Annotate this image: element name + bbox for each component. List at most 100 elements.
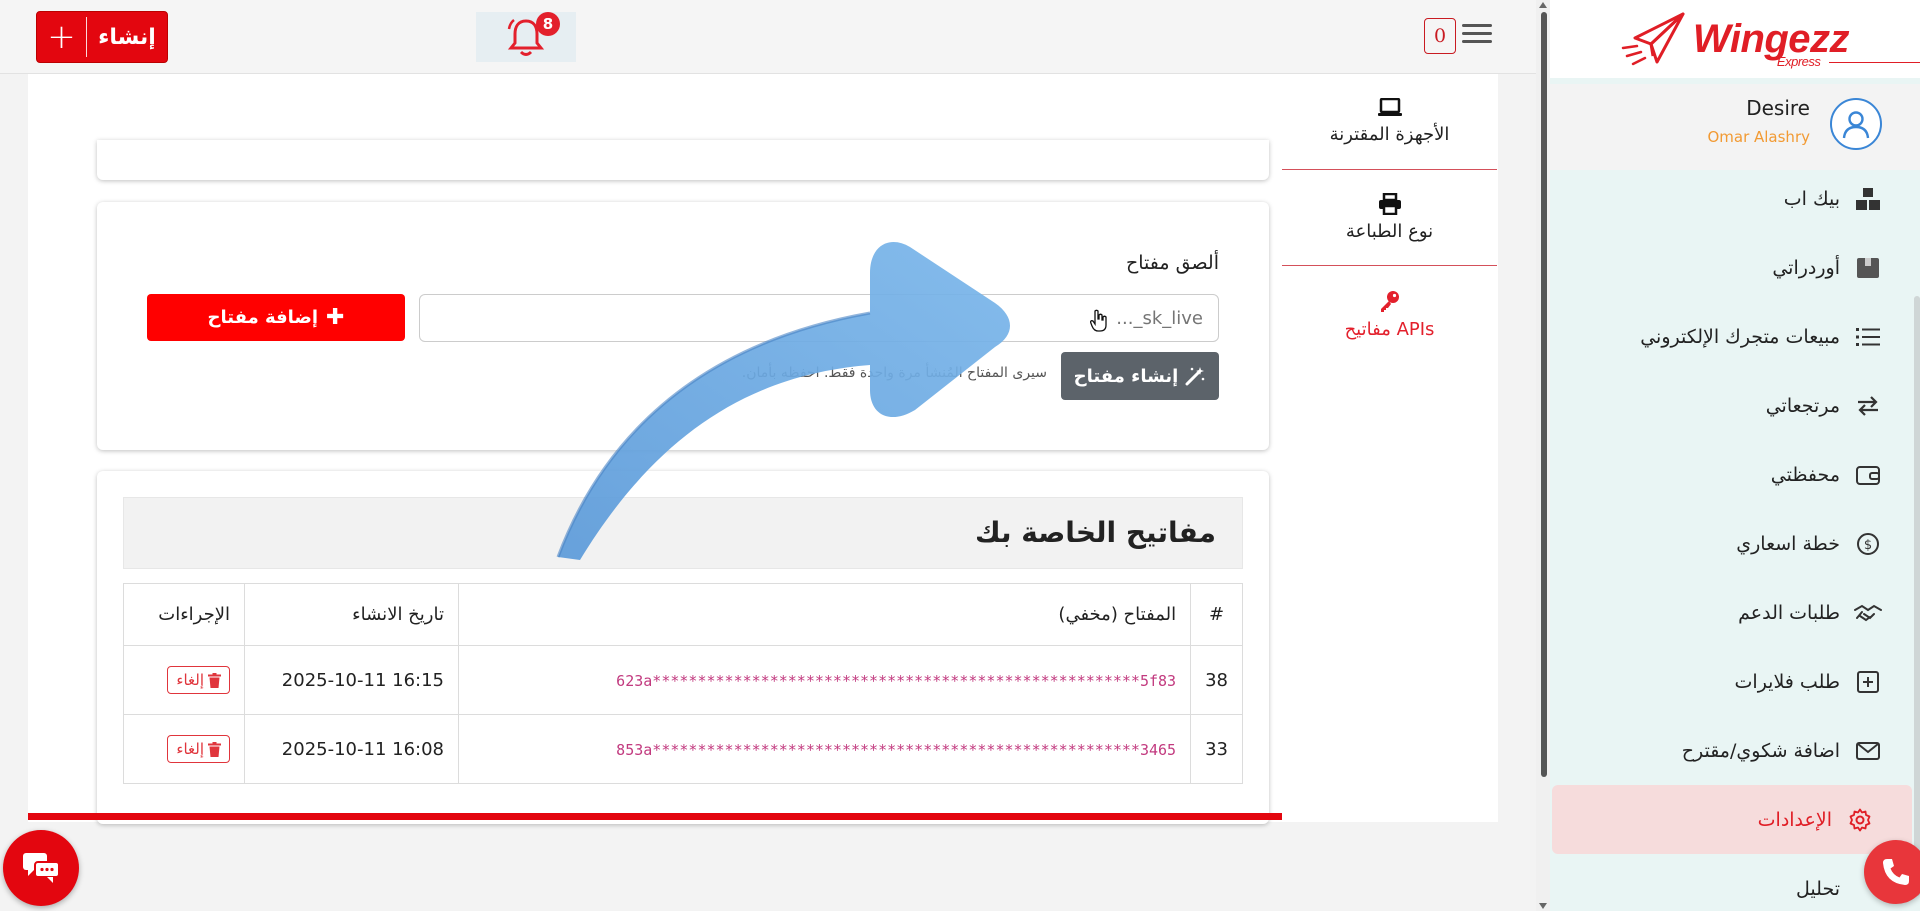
scroll-up-arrow-icon[interactable] [1539,2,1547,8]
laptop-icon [1377,98,1402,116]
page-progress-bar [28,813,1282,820]
sidebar-item-label: أوردراتي [1772,256,1840,279]
dollar-circle-icon: $ [1854,530,1882,558]
add-key-button[interactable]: إضافة مفتاح ✚ [147,294,405,341]
table-row: 38 623a*********************************… [123,645,1243,715]
table-row: 33 853a*********************************… [123,714,1243,784]
envelope-icon [1854,737,1882,765]
revoke-key-label: إلغاء [176,740,204,758]
revoke-key-button[interactable]: إلغاء [167,666,230,694]
revoke-key-label: إلغاء [176,671,204,689]
arrows-exchange-icon [1854,392,1882,420]
phone-icon [1883,859,1909,885]
generate-key-label: إنشاء مفتاح [1073,365,1179,387]
chat-button[interactable] [3,830,79,906]
hamburger-menu-icon[interactable] [1462,20,1492,50]
sidebar-item-label: خطة اسعاري [1736,532,1840,555]
brand-logo[interactable]: Wingezz Express [1550,0,1920,78]
wallet-icon [1854,461,1882,489]
table-header-row: # المفتاح (مخفي) تاريخ الانشاء الإجراءات [123,583,1243,646]
column-header-key: المفتاح (مخفي) [457,583,1192,646]
printer-icon [1378,193,1401,215]
sidebar-item-label: الإعدادات [1757,808,1832,831]
row-masked-key: 623a************************************… [457,645,1192,715]
top-bar: + إنشاء 8 0 [0,0,1536,74]
key-icon [1380,290,1399,312]
avatar[interactable] [1830,98,1882,150]
keys-table-card: مفاتيح الخاصة بك # المفتاح (مخفي) تاريخ … [97,471,1269,824]
user-name: Desire [1746,96,1810,120]
user-profile[interactable]: Desire Omar Alashry [1550,84,1920,170]
settings-tabs: الأجهزة المقترنة نوع الطباعة مفاتيح APIs [1282,74,1497,362]
row-actions: إلغاء [123,645,245,715]
sidebar-item-label: طلبات الدعم [1738,601,1840,624]
row-actions: إلغاء [123,714,245,784]
masked-key-text: 623a************************************… [616,671,1177,690]
sidebar-item-pickup[interactable]: بيك اب [1550,164,1920,233]
column-header-number: # [1190,583,1243,646]
plus-icon: + [37,17,87,57]
sidebar-menu: بيك اب أوردراتي مبيعات متجرك الإلكتروني … [1550,164,1920,911]
sidebar-item-label: محفظتي [1770,463,1840,486]
sidebar-item-settings[interactable]: الإعدادات [1552,785,1912,854]
sidebar-item-label: مبيعات متجرك الإلكتروني [1640,325,1840,348]
tab-label: نوع الطباعة [1345,221,1434,242]
row-created-date: 2025-10-11 16:08 [244,714,459,784]
previous-card [97,140,1269,180]
plus-icon: ✚ [326,304,345,330]
tab-label: مفاتيح APIs [1344,318,1435,340]
sidebar-item-label: اضافة شكوي/مقترح [1681,739,1840,762]
generate-key-hint: سيرى المفتاح المُنشأ مرة واحدة فقط. احفظ… [741,365,1047,381]
sidebar-item-wallet[interactable]: محفظتي [1550,440,1920,509]
tab-paired-devices[interactable]: الأجهزة المقترنة [1282,74,1497,170]
sidebar: Wingezz Express Desire Omar Alashry بيك … [1550,0,1920,911]
column-header-actions: الإجراءات [123,583,245,646]
sidebar-item-label: تحليل [1796,877,1840,900]
handshake-icon [1854,599,1882,627]
sidebar-item-flyers[interactable]: طلب فلايرات [1550,647,1920,716]
tab-label: الأجهزة المقترنة [1329,124,1450,145]
plus-square-icon [1854,668,1882,696]
hand-cursor-icon [1090,309,1107,332]
sidebar-item-store-sales[interactable]: مبيعات متجرك الإلكتروني [1550,302,1920,371]
main-scrollbar-thumb[interactable] [1541,12,1547,777]
magic-wand-icon [1185,367,1205,386]
revoke-key-button[interactable]: إلغاء [167,735,230,763]
tab-api-keys[interactable]: مفاتيح APIs [1282,266,1497,362]
user-icon [1842,111,1870,139]
sidebar-item-support[interactable]: طلبات الدعم [1550,578,1920,647]
row-id: 38 [1190,645,1243,715]
column-header-created: تاريخ الانشاء [244,583,459,646]
sidebar-item-label: بيك اب [1783,187,1840,210]
row-id: 33 [1190,714,1243,784]
keys-table-header: مفاتيح الخاصة بك [123,497,1243,569]
sidebar-item-complaint[interactable]: اضافة شكوي/مقترح [1550,716,1920,785]
create-button[interactable]: + إنشاء [36,11,168,63]
sidebar-item-returns[interactable]: مرتجعاتي [1550,371,1920,440]
add-key-label: إضافة مفتاح [207,307,319,328]
tab-print-type[interactable]: نوع الطباعة [1282,170,1497,266]
chat-bubbles-icon [23,853,60,883]
generate-key-button[interactable]: إنشاء مفتاح [1061,352,1219,400]
trash-icon [208,672,221,688]
main-content: ألصق مفتاح إضافة مفتاح ✚ إنشاء مفتاح سير… [28,74,1498,824]
cart-count-badge[interactable]: 0 [1424,18,1456,54]
scroll-down-arrow-icon[interactable] [1539,903,1547,909]
notifications-button[interactable]: 8 [476,12,576,62]
package-icon [1854,254,1882,282]
brand-name: Wingezz Express [1692,16,1920,69]
sidebar-item-label: مرتجعاتي [1765,394,1840,417]
keys-table: # المفتاح (مخفي) تاريخ الانشاء الإجراءات… [123,583,1243,784]
list-icon [1854,323,1882,351]
call-button[interactable] [1864,840,1920,904]
keys-table-title: مفاتيح الخاصة بك [974,516,1216,549]
svg-text:$: $ [1864,538,1872,553]
user-subtitle: Omar Alashry [1707,128,1810,146]
sidebar-item-pricing-plan[interactable]: خطة اسعاري $ [1550,509,1920,578]
create-button-label: إنشاء [98,24,156,50]
sidebar-scrollbar-thumb[interactable] [1914,296,1920,896]
trash-icon [208,741,221,757]
sidebar-item-orders[interactable]: أوردراتي [1550,233,1920,302]
paper-plane-icon [1621,12,1685,66]
notifications-badge: 8 [536,12,560,36]
